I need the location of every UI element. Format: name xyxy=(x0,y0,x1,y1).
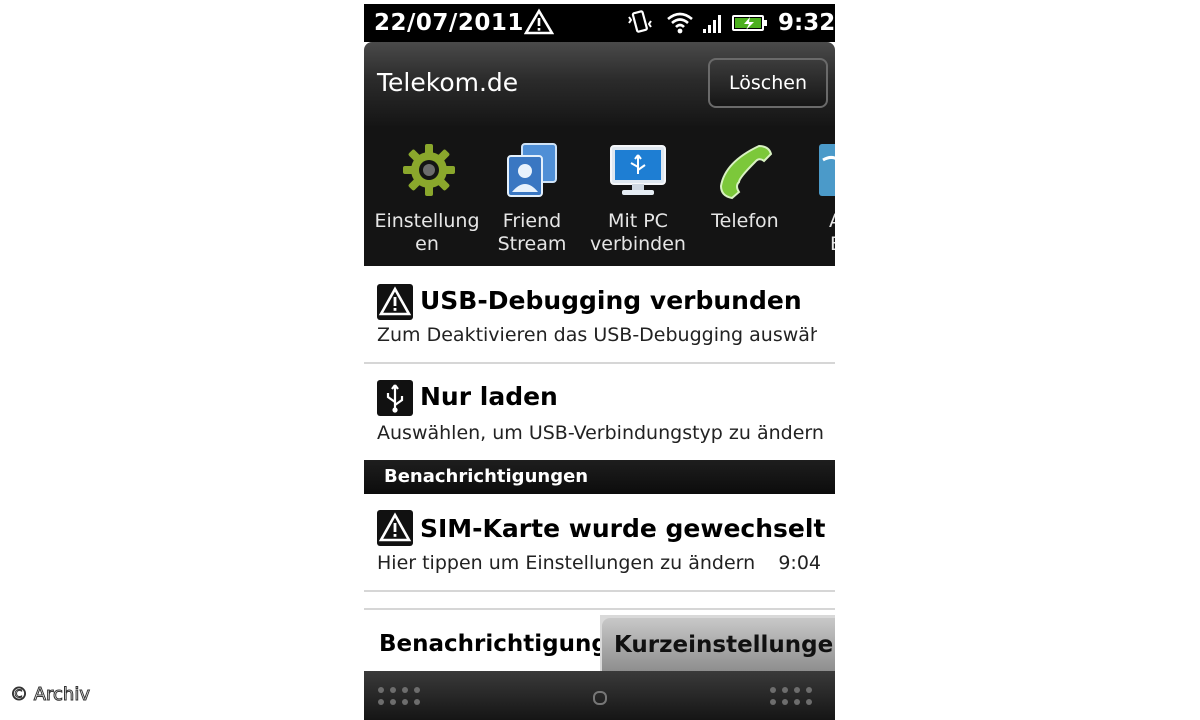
drag-handle[interactable] xyxy=(364,671,835,720)
signal-icon xyxy=(703,15,721,33)
quick-app-settings[interactable]: Einstellung en xyxy=(367,126,487,266)
quick-app-pc-connect[interactable]: Mit PC verbinden xyxy=(578,126,698,266)
section-header: Benachrichtigungen xyxy=(364,460,835,494)
notification-subtitle: Hier tippen um Einstellungen zu ändern xyxy=(377,552,756,574)
notification-title: SIM-Karte wurde gewechselt xyxy=(420,514,826,543)
quick-app-label: Einstellung en xyxy=(374,210,480,255)
notification-title: USB-Debugging verbunden xyxy=(420,286,802,315)
grip-left-icon xyxy=(376,685,436,709)
status-time: 9:32 xyxy=(778,10,835,36)
notification-subtitle: Auswählen, um USB-Verbindungstyp zu ände… xyxy=(377,422,824,444)
grip-right-icon xyxy=(768,685,828,709)
handle-dot-icon xyxy=(593,691,607,705)
tab-notifications[interactable]: Benachrichtigungen xyxy=(364,615,600,671)
notification-subtitle: Zum Deaktivieren das USB-Debugging auswä… xyxy=(377,324,817,346)
status-bar: 22/07/2011 9:32 xyxy=(364,4,835,42)
notification-panel: 22/07/2011 9:32 Telekom.de Löschen Einst… xyxy=(364,0,835,720)
quick-app-label: Friend Stream xyxy=(497,210,567,255)
notification-title: Nur laden xyxy=(420,382,558,411)
notification-sim-changed[interactable]: SIM-Karte wurde gewechselt Hier tippen u… xyxy=(364,494,835,590)
status-date: 22/07/2011 xyxy=(374,10,524,36)
watermark: © Archiv xyxy=(10,684,91,706)
app-icon xyxy=(819,144,835,196)
warning-icon xyxy=(377,510,413,546)
settings-gear-icon xyxy=(403,144,455,196)
phone-icon xyxy=(719,144,773,200)
friend-stream-icon xyxy=(507,143,557,197)
quick-apps-row: Einstellung en Friend Stream Mit PC verb… xyxy=(364,126,835,266)
divider xyxy=(364,590,835,592)
notification-time: 9:04 xyxy=(778,552,821,574)
vibrate-icon xyxy=(628,10,652,33)
panel-tabs: Benachrichtigungen Kurzeinstellungen xyxy=(364,615,835,671)
quick-app-label: Mit PC verbinden xyxy=(590,210,686,255)
quick-app-friend-stream[interactable]: Friend Stream xyxy=(472,126,592,266)
carrier-header: Telekom.de Löschen xyxy=(364,42,835,126)
section-title: Benachrichtigungen xyxy=(384,466,589,487)
quick-app-label: AE xyxy=(774,210,835,256)
usb-icon xyxy=(377,380,413,416)
quick-app-partial[interactable]: AE xyxy=(774,126,835,266)
clear-button[interactable]: Löschen xyxy=(708,58,828,108)
notification-usb-debugging[interactable]: USB-Debugging verbunden Zum Deaktivieren… xyxy=(364,266,835,362)
battery-icon xyxy=(732,15,767,31)
wifi-icon xyxy=(667,12,693,34)
tab-quick-settings[interactable]: Kurzeinstellungen xyxy=(602,618,835,671)
carrier-name: Telekom.de xyxy=(377,68,519,97)
warning-icon xyxy=(524,8,554,35)
warning-icon xyxy=(377,284,413,320)
divider xyxy=(364,608,835,610)
pc-connect-icon xyxy=(610,145,666,195)
notification-charging[interactable]: Nur laden Auswählen, um USB-Verbindungst… xyxy=(364,364,835,460)
